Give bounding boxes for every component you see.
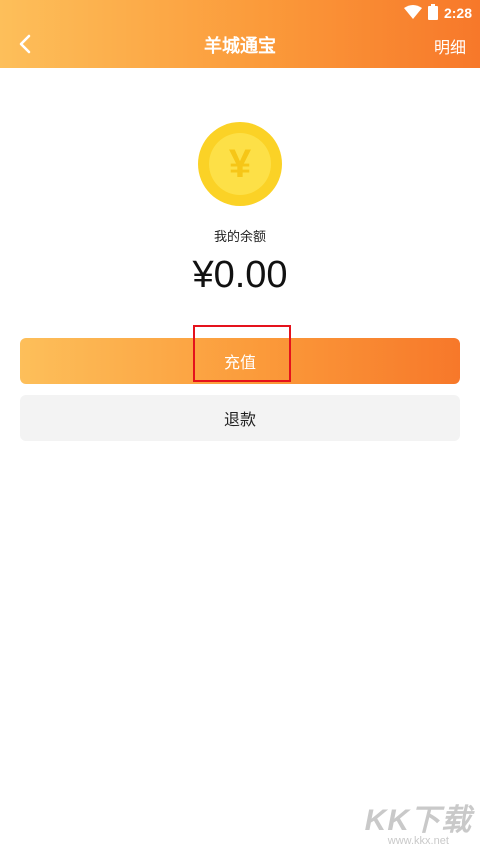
battery-icon (427, 3, 438, 23)
app-header: 2:28 羊城通宝 明细 (0, 0, 480, 68)
balance-label: 我的余额 (213, 230, 266, 245)
watermark-main: KK下载 (364, 804, 472, 837)
yen-coin-icon: ¥ (198, 122, 282, 206)
status-time: 2:28 (443, 5, 472, 21)
refund-label: 退款 (223, 410, 256, 429)
page-title: 羊城通宝 (204, 36, 276, 57)
status-bar: 2:28 (403, 3, 472, 23)
balance-amount: ¥0.00 (192, 254, 288, 296)
coin-symbol: ¥ (209, 133, 271, 195)
nav-bar: 羊城通宝 明细 (0, 24, 480, 68)
refund-button[interactable]: 退款 (20, 395, 460, 441)
details-link[interactable]: 明细 (434, 34, 466, 58)
highlight-box (193, 325, 291, 382)
watermark: KK下载 www.kkx.net (365, 795, 472, 847)
wifi-icon (403, 4, 422, 22)
